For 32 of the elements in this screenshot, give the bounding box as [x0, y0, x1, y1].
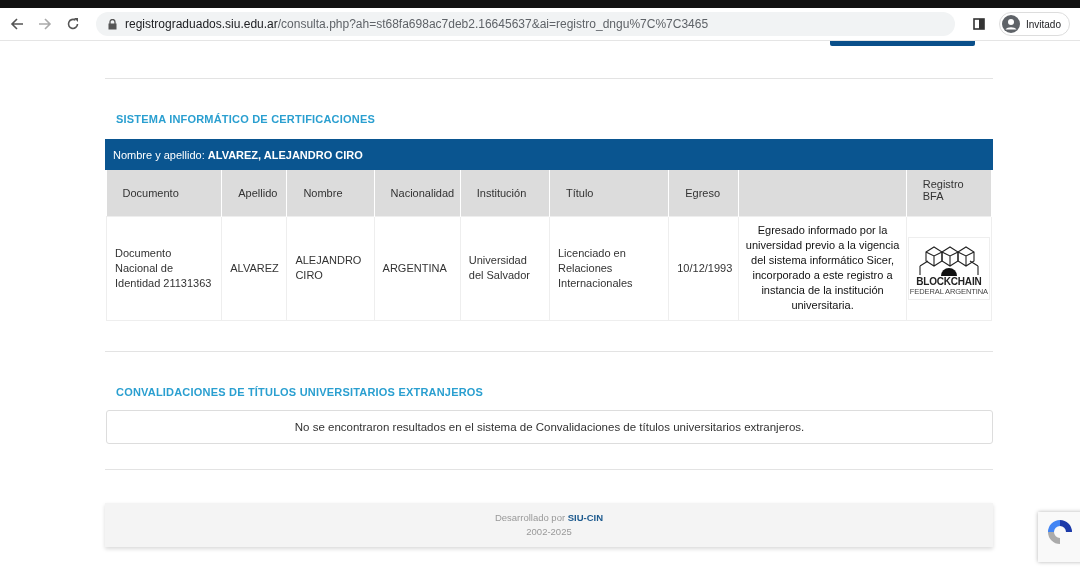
- column-header: Nombre: [286, 170, 375, 216]
- column-header: Nacionalidad: [374, 170, 461, 216]
- column-header: Título: [549, 170, 669, 216]
- lock-icon: [108, 18, 117, 30]
- sidebar-icon[interactable]: [972, 18, 985, 30]
- note-cell: Egresado informado por la universidad previo a la vigencia del sistema informático Sicer, incorporado a este registro a instancia de la institución universitaria.: [738, 216, 907, 320]
- recaptcha-icon: [1046, 518, 1074, 546]
- years-text: 2002-2025: [526, 526, 572, 537]
- column-header: Egreso: [668, 170, 739, 216]
- document-cell: Documento Nacional de Identidad 21131363: [106, 216, 222, 320]
- surname-cell: ALVAREZ: [221, 216, 287, 320]
- name-label: Nombre y apellido: ALVAREZ, ALEJANDRO CIRO: [113, 148, 363, 161]
- column-header: Apellido: [221, 170, 287, 216]
- degree-cell: Licenciado en Relaciones Internacionales: [549, 216, 669, 320]
- section-title: CONVALIDACIONES DE TÍTULOS UNIVERSITARIOS EXTRANJEROS: [116, 385, 485, 399]
- column-header: Documento: [106, 170, 222, 216]
- address-bar[interactable]: registrograduados.siu.edu.ar/consulta.php?ah=st68fa698ac7deb2.16645637&ai=registro_dngu%7C%7C3465: [96, 12, 955, 36]
- avatar-icon: [1001, 15, 1020, 33]
- column-header: Registro BFA: [906, 170, 992, 216]
- column-header: Institución: [460, 170, 550, 216]
- nationality-cell: ARGENTINA: [374, 216, 461, 320]
- section-title: SISTEMA INFORMÁTICO DE CERTIFICACIONES: [116, 113, 376, 126]
- url-text: registrograduados.siu.edu.ar/consulta.php?ah=st68fa698ac7deb2.16645637&ai=registro_dngu%7C%7C3465: [125, 17, 709, 31]
- no-results-message: No se encontraron resultados en el sistema de Convalidaciones de títulos universitarios extranjeros.: [294, 420, 805, 433]
- name-cell: ALEJANDRO CIRO: [286, 216, 375, 320]
- credit-text: Desarrollado por SIU-CIN: [494, 512, 604, 523]
- recaptcha-badge[interactable]: [1038, 512, 1080, 562]
- date-cell: 10/12/1993: [668, 216, 739, 320]
- reload-icon[interactable]: [66, 17, 80, 31]
- logo-text: BLOCKCHAIN: [916, 275, 982, 287]
- institution-cell: Universidad del Salvador: [460, 216, 550, 320]
- back-icon[interactable]: [10, 17, 24, 31]
